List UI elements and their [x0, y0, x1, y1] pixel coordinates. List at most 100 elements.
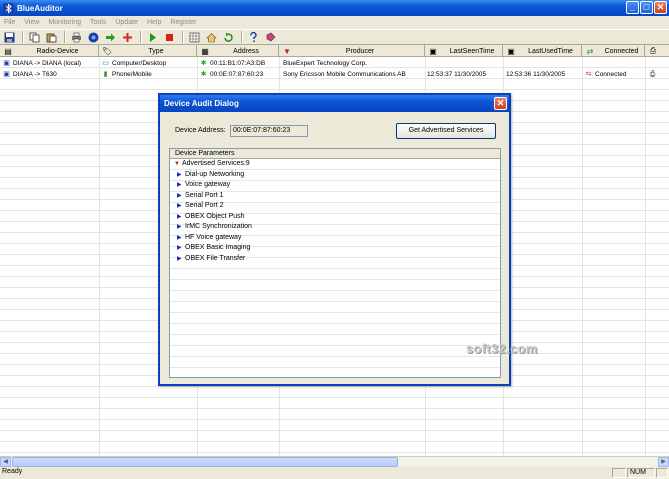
toolbar-separator — [182, 31, 184, 43]
tree-item[interactable]: ▶ Dial-up Networking — [177, 170, 244, 180]
menu-monitoring[interactable]: Monitoring — [44, 19, 86, 26]
tree-item[interactable]: ▶ Serial Port 2 — [177, 201, 224, 211]
menu-register[interactable]: Register — [166, 19, 201, 26]
tree-label: Serial Port 2 — [185, 202, 224, 209]
paste-icon[interactable] — [44, 31, 59, 44]
column-label: LastSeenTime — [449, 47, 495, 55]
collapsed-arrow-icon: ▶ — [177, 172, 182, 178]
column-radio-device[interactable]: ▤ Radio-Device — [0, 45, 99, 57]
tree-item[interactable]: ▶ HF Voice gateway — [177, 233, 241, 243]
dialog-close-button[interactable]: ✕ — [494, 97, 507, 110]
copy-icon[interactable] — [27, 31, 42, 44]
grid-icon[interactable] — [187, 31, 202, 44]
tree-item[interactable]: ▶ IrMC Synchronization — [177, 222, 252, 232]
bluetooth-icon[interactable] — [86, 31, 101, 44]
column-last-seen-time[interactable]: ▣ LastSeenTime — [425, 45, 503, 57]
toolbar-separator — [140, 31, 142, 43]
mobile-phone-icon: ▮ — [103, 71, 108, 78]
minimize-button[interactable]: _ — [626, 1, 639, 14]
play-icon[interactable] — [145, 31, 160, 44]
bluetooth-app-icon — [3, 2, 14, 14]
table-row[interactable]: ▣ DIANA -> DIANA (local) ▭ Computer/Deskto… — [0, 58, 669, 69]
register-icon[interactable] — [263, 31, 278, 44]
tree-item[interactable]: ▶ OBEX File Transfer — [177, 254, 245, 264]
connection-icon: ⇄ — [586, 46, 594, 56]
column-connected[interactable]: ⇄ Connected — [582, 45, 645, 57]
add-icon[interactable] — [120, 31, 135, 44]
tree-label: HF Voice gateway — [185, 234, 242, 241]
home-icon[interactable] — [204, 31, 219, 44]
tree-label: OBEX Basic Imaging — [185, 244, 251, 251]
maximize-button[interactable]: □ — [640, 1, 653, 14]
column-address[interactable]: ▦ Address — [197, 45, 279, 57]
collapsed-arrow-icon: ▶ — [177, 235, 182, 241]
grid-header: ▤ Radio-Device 🏷 Type ▦ Address ▼ Produc… — [0, 45, 669, 57]
status-dot-icon: ✱ — [200, 71, 207, 78]
print-icon[interactable] — [69, 31, 84, 44]
address-cell: ✱ 00:0E:07:87:60:23 — [199, 69, 279, 80]
table-row[interactable]: ▣ DIANA -> T630 ▮ Phone/Mobile ✱ 00:0E:07:8… — [0, 69, 669, 80]
dialog-title: Device Audit Dialog — [160, 95, 509, 112]
producer-cell: BlueExpert Technology Corp. — [283, 60, 368, 67]
last-used-cell — [506, 58, 581, 69]
status-panel-empty — [612, 468, 626, 478]
device-address-field[interactable]: 00:0E:07:87:60:23 — [230, 125, 308, 137]
column-extra[interactable]: ⎙ — [645, 45, 669, 57]
tree-item[interactable]: ▶ Serial Port 1 — [177, 191, 224, 201]
scroll-right-arrow-icon[interactable]: ▶ — [658, 457, 669, 467]
menu-help[interactable]: Help — [143, 19, 166, 26]
calendar-icon: ▣ — [429, 46, 437, 56]
column-producer[interactable]: ▼ Producer — [279, 45, 425, 57]
help-icon[interactable] — [246, 31, 261, 44]
get-advertised-services-button[interactable]: Get Advertised Services — [396, 123, 496, 139]
collapsed-arrow-icon: ▶ — [177, 193, 182, 199]
collapsed-arrow-icon: ▶ — [177, 224, 182, 230]
refresh-icon[interactable] — [221, 31, 236, 44]
grid-column-divider — [645, 57, 646, 456]
close-button[interactable]: ✕ — [654, 1, 667, 14]
tree-label: Dial-up Networking — [185, 171, 245, 178]
last-seen-cell — [427, 58, 502, 69]
tag-icon: 🏷 — [102, 46, 113, 56]
desktop-icon: ▭ — [102, 60, 109, 67]
connected-status: Connected — [595, 71, 627, 78]
tree-item[interactable]: ▶ Voice gateway — [177, 180, 230, 190]
column-type[interactable]: 🏷 Type — [99, 45, 197, 57]
stop-icon[interactable] — [162, 31, 177, 44]
column-last-used-time[interactable]: ▣ LastUsedTime — [503, 45, 582, 57]
horizontal-scrollbar[interactable]: ◀ ▶ — [0, 456, 669, 467]
collapsed-arrow-icon: ▶ — [177, 245, 182, 251]
menu-file[interactable]: File — [0, 19, 20, 26]
address-cell: ✱ 00:11:B1:07:A3:DB — [199, 58, 279, 69]
menu-update[interactable]: Update — [111, 19, 143, 26]
column-label: Radio-Device — [36, 47, 79, 55]
type-cell: ▭ Computer/Desktop — [101, 58, 196, 69]
sort-descending-icon: ▼ — [283, 46, 291, 56]
printer-icon: ⎙ — [649, 71, 656, 78]
last-seen-cell: 12:53:37 11/30/2005 — [427, 71, 487, 78]
tree-item[interactable]: ▶ OBEX Basic Imaging — [177, 243, 250, 253]
tree-root-advertised-services[interactable]: ▼ Advertised Services:9 — [174, 159, 250, 169]
device-cell: ▣ DIANA -> T630 — [2, 69, 98, 80]
printer-icon: ⎙ — [649, 46, 657, 55]
menu-tools[interactable]: Tools — [86, 19, 111, 26]
save-icon[interactable] — [2, 31, 17, 44]
device-parameters-tree[interactable]: Device Parameters ▼ Advertised Services:9… — [169, 148, 501, 378]
toolbar-separator — [22, 31, 24, 43]
arrow-right-icon[interactable] — [103, 31, 118, 44]
menu-view[interactable]: View — [20, 19, 44, 26]
column-label: LastUsedTime — [528, 47, 573, 55]
scroll-left-arrow-icon[interactable]: ◀ — [0, 457, 11, 467]
extra-cell: ⎙ — [648, 69, 668, 80]
address-icon: ▦ — [201, 46, 209, 56]
tree-item[interactable]: ▶ OBEX Object Push — [177, 212, 245, 222]
status-bar: Ready NUM — [0, 467, 669, 479]
status-dot-icon: ✱ — [200, 60, 207, 67]
device-name: DIANA -> DIANA (local) — [13, 60, 82, 67]
computer-icon: ▣ — [3, 60, 10, 67]
title-bar: BlueAuditor _ □ ✕ — [0, 0, 669, 16]
device-audit-dialog: Device Audit Dialog ✕ Device Address: 00… — [158, 93, 511, 386]
tree-label: Serial Port 1 — [185, 192, 224, 199]
scrollbar-thumb[interactable] — [12, 457, 398, 467]
calendar-icon: ▣ — [507, 46, 515, 56]
